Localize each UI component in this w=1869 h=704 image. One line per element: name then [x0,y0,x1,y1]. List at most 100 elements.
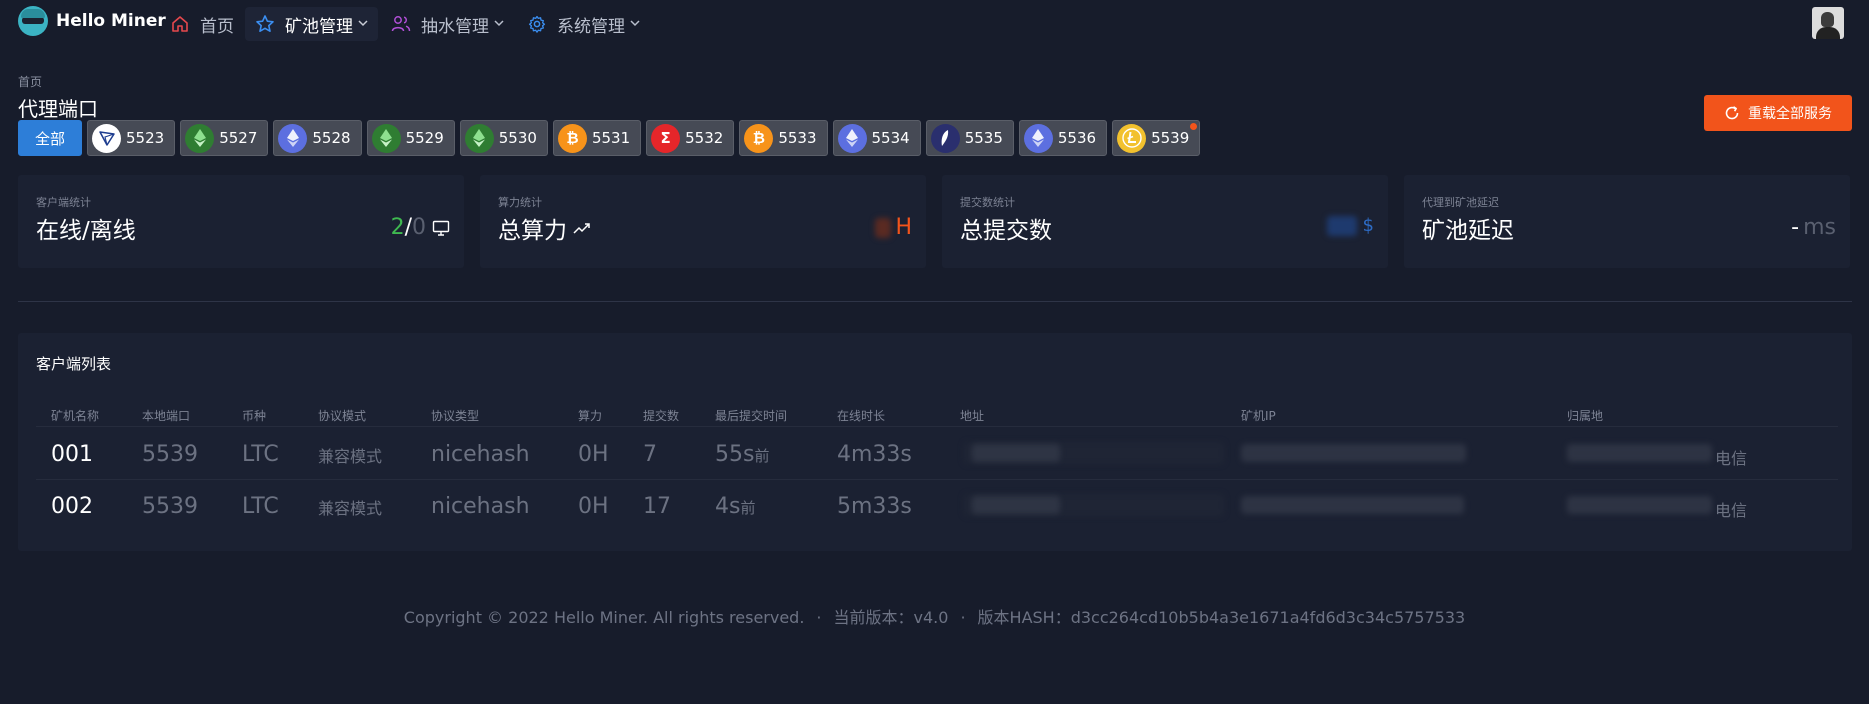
stat-value: $ [1326,215,1374,236]
version-hash: 版本HASH：d3cc264cd10b5b4a3e1671a4fd6d3c34c… [977,608,1466,627]
port-number: 5527 [219,129,258,147]
trend-up-icon [573,221,591,235]
etc-icon [185,123,215,153]
stat-card-latency: 代理到矿池延迟 矿池延迟 - ms [1404,175,1850,268]
port-tab-5531[interactable]: ₿ 5531 [552,120,642,156]
column-header[interactable]: 提交数 [643,407,679,424]
gear-icon [527,14,547,34]
latency-unit: ms [1803,215,1836,240]
redacted-ip [1241,496,1464,514]
stat-label: 总提交数 [960,218,1052,244]
etc-icon [464,123,494,153]
stat-label: 总算力 [498,211,591,245]
port-tab-5530[interactable]: 5530 [459,120,548,156]
nav-system-management[interactable]: 系统管理 [517,7,650,41]
port-tab-5528[interactable]: 5528 [273,120,362,156]
column-header[interactable]: 矿机名称 [51,407,99,424]
miner-name: 002 [51,494,93,519]
miner-name: 001 [51,442,93,467]
port-tab-5523[interactable]: 5523 [87,120,176,156]
client-list-title: 客户端列表 [36,355,112,373]
last-submit-suffix: 前 [754,447,770,465]
brand-name: Hello Miner [56,11,166,31]
port-number: 5539 [1151,129,1190,147]
protocol-mode: 兼容模式 [318,447,383,466]
port-tab-5534[interactable]: 5534 [832,120,921,156]
stat-caption: 提交数统计 [960,196,1015,209]
stat-caption: 代理到矿池延迟 [1422,196,1499,209]
redacted-value [1326,215,1357,236]
column-header[interactable]: 最后提交时间 [715,407,787,424]
isp: 电信 [1715,449,1748,468]
port-tab-5539[interactable]: 5539 [1112,120,1201,156]
port-number: 5528 [312,129,351,147]
top-nav: Hello Miner 首页 矿池管理 抽水管理 系统管理 [0,0,1869,47]
stat-value: H [875,215,912,240]
column-header[interactable]: 在线时长 [837,407,885,424]
port-tab-5527[interactable]: 5527 [180,120,269,156]
home-icon [170,14,190,34]
footer-separator: · [960,608,966,627]
port-tab-5535[interactable]: 5535 [925,120,1014,156]
redacted-address-text [972,444,1060,462]
stat-card-shares: 提交数统计 总提交数 $ [942,175,1388,268]
stat-label: 矿池延迟 [1422,218,1514,244]
column-header[interactable]: 协议类型 [431,407,479,424]
column-header[interactable]: 归属地 [1567,407,1603,424]
nav-pool-management[interactable]: 矿池管理 [245,7,378,41]
miner-logo-icon [18,6,48,36]
share-count: 17 [643,494,671,519]
port-number: 5534 [871,129,910,147]
client-list-panel: 客户端列表 矿机名称 本地端口 币种 协议模式 协议类型 算力 提交数 最后提交… [18,333,1852,551]
nav-home[interactable]: 首页 [160,7,244,41]
port-tab-all[interactable]: 全部 [18,120,83,156]
port-number: 5532 [685,129,724,147]
port-number: 5531 [591,129,631,147]
eth-icon [278,123,308,153]
port-tab-5529[interactable]: 5529 [366,120,455,156]
column-header[interactable]: 地址 [960,407,984,424]
btc-icon: ₿ [557,123,587,153]
coin: LTC [242,494,279,519]
protocol-type: nicehash [431,494,530,519]
eth-icon [1023,123,1053,153]
monitor-icon [432,220,450,236]
column-header[interactable]: 算力 [578,407,602,424]
stat-label: 在线/离线 [36,218,136,244]
last-submit-time: 55s前 [715,442,769,467]
port-tab-5532[interactable]: Σ 5532 [646,120,735,156]
redacted-address-text [972,496,1060,514]
port-tab-5536[interactable]: 5536 [1018,120,1108,156]
local-port: 5539 [142,442,198,467]
isp: 电信 [1715,501,1748,520]
column-header[interactable]: 币种 [242,407,266,424]
protocol-type: nicehash [431,442,530,467]
port-number: 5535 [964,129,1003,147]
current-version: 当前版本：v4.0 [833,608,949,627]
port-tab-5533[interactable]: ₿ 5533 [739,120,828,156]
copyright: Copyright © 2022 Hello Miner. All rights… [403,608,805,627]
nav-pump-label: 抽水管理 [421,16,489,37]
column-header[interactable]: 本地端口 [142,407,190,424]
column-header[interactable]: 协议模式 [318,407,366,424]
reload-all-services-button[interactable]: 重载全部服务 [1704,95,1852,131]
stat-card-clients: 客户端统计 在线/离线 2 / 0 [18,175,464,268]
ltc-icon [1117,123,1147,153]
nav-pump-management[interactable]: 抽水管理 [381,7,514,41]
column-header[interactable]: 矿机IP [1241,407,1276,424]
star-icon [255,14,275,34]
user-avatar[interactable] [1812,7,1844,39]
chevron-down-icon [630,18,640,31]
stat-value: - ms [1791,215,1836,240]
port-number: 5536 [1057,129,1097,147]
uptime: 4m33s [837,442,912,467]
footer: Copyright © 2022 Hello Miner. All rights… [0,604,1869,628]
port-tabs: 全部 5523 5527 5528 5529 5530 ₿ 5531 Σ 553… [18,120,1201,156]
last-submit-value: 55s [715,442,755,467]
latency-value: - [1791,215,1800,240]
breadcrumb[interactable]: 首页 [18,73,42,90]
etc-icon [371,123,401,153]
hashrate-unit: H [895,215,912,240]
nav-pool-label: 矿池管理 [285,16,353,37]
brand-logo[interactable]: Hello Miner [18,6,166,36]
